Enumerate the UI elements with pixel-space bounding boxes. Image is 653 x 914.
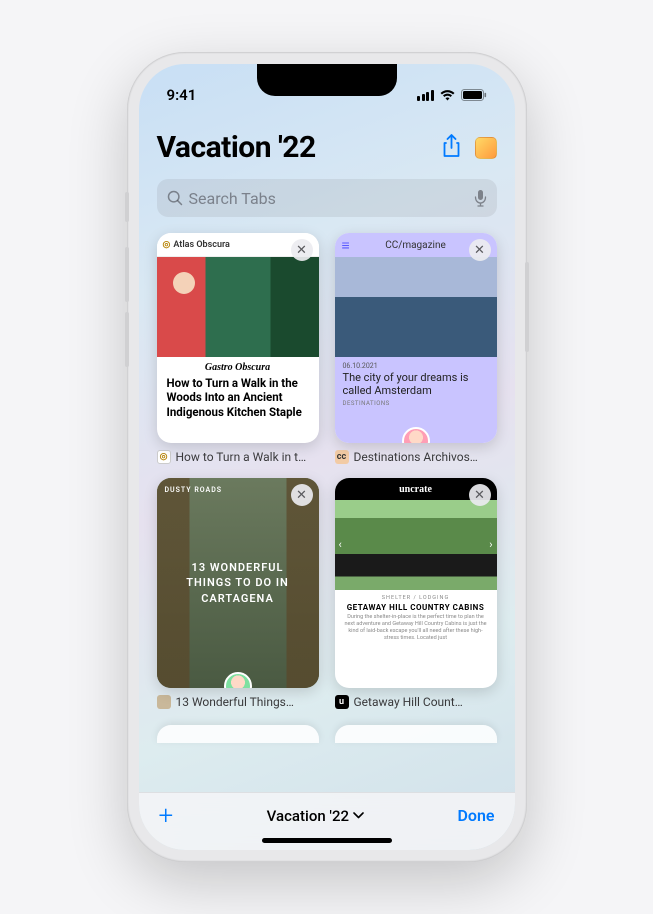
header: Vacation '22 xyxy=(157,130,497,165)
tab-caption-text: Getaway Hill Count… xyxy=(354,695,463,709)
header-actions xyxy=(442,134,497,162)
search-icon xyxy=(167,190,183,206)
favicon-icon: u xyxy=(335,695,349,709)
search-tabs-field[interactable]: Search Tabs xyxy=(157,179,497,217)
share-button[interactable] xyxy=(442,134,461,162)
tab-caption-text: Destinations Archivos… xyxy=(354,450,478,464)
volume-down-button xyxy=(125,312,129,367)
tab-item-uncrate: ✕ uncrate SHELTER / LODGING GETAWAY HILL… xyxy=(335,478,497,709)
iphone-device-frame: 9:41 Vacation '22 xyxy=(127,52,527,862)
home-indicator[interactable] xyxy=(262,838,392,843)
favicon-icon xyxy=(157,695,171,709)
tab-preview[interactable]: ✕ DUSTY ROADS 13 WONDERFUL THINGS TO DO … xyxy=(157,478,319,688)
wifi-icon xyxy=(439,89,456,101)
notch xyxy=(257,64,397,96)
tab-caption: u Getaway Hill Count… xyxy=(335,695,497,709)
status-indicators xyxy=(417,89,487,101)
tab-item-cc-magazine: ✕ ≡CC/magazine 06.10.2021 The city of yo… xyxy=(335,233,497,464)
tab-group-label: Vacation '22 xyxy=(267,807,349,825)
dictation-icon[interactable] xyxy=(474,189,487,207)
tab-caption: 13 Wonderful Things… xyxy=(157,695,319,709)
cellular-signal-icon xyxy=(417,90,434,101)
tab-preview[interactable]: ✕ ◎Atlas Obscura Gastro Obscura How to T… xyxy=(157,233,319,443)
side-button xyxy=(525,262,529,352)
tab-site-bar: DUSTY ROADS xyxy=(165,486,223,494)
tabs-peek-row xyxy=(157,725,497,743)
new-tab-button[interactable]: + xyxy=(159,801,174,831)
article-description: During the shelter-in-place is the perfe… xyxy=(343,614,489,643)
tab-item-atlas-obscura: ✕ ◎Atlas Obscura Gastro Obscura How to T… xyxy=(157,233,319,464)
tab-group-switcher[interactable]: Vacation '22 xyxy=(267,807,364,825)
tab-headline: GETAWAY HILL COUNTRY CABINS xyxy=(343,603,489,612)
tab-hero-image xyxy=(335,500,497,590)
done-button[interactable]: Done xyxy=(457,806,494,825)
close-tab-button[interactable]: ✕ xyxy=(291,239,313,261)
tab-hero-image xyxy=(335,257,497,357)
close-tab-button[interactable]: ✕ xyxy=(469,484,491,506)
tab-overview-content: Vacation '22 Search Tabs ✕ xyxy=(139,112,515,792)
tab-preview[interactable]: ✕ ≡CC/magazine 06.10.2021 The city of yo… xyxy=(335,233,497,443)
favicon-icon: cc xyxy=(335,450,349,464)
share-icon xyxy=(442,134,461,158)
status-time: 9:41 xyxy=(167,86,197,104)
volume-up-button xyxy=(125,247,129,302)
tab-hero-image xyxy=(157,257,319,357)
tab-caption-text: 13 Wonderful Things… xyxy=(176,695,294,709)
tab-peek[interactable] xyxy=(157,725,319,743)
tabs-grid: ✕ ◎Atlas Obscura Gastro Obscura How to T… xyxy=(157,233,497,709)
tab-headline: The city of your dreams is called Amster… xyxy=(343,371,489,397)
tab-peek[interactable] xyxy=(335,725,497,743)
tab-group-title: Vacation '22 xyxy=(157,130,316,165)
screen: 9:41 Vacation '22 xyxy=(139,64,515,850)
tab-item-dusty-roads: ✕ DUSTY ROADS 13 WONDERFUL THINGS TO DO … xyxy=(157,478,319,709)
shared-group-avatar[interactable] xyxy=(475,137,497,159)
close-tab-button[interactable]: ✕ xyxy=(291,484,313,506)
article-date: 06.10.2021 xyxy=(343,362,489,370)
tab-caption: cc Destinations Archivos… xyxy=(335,450,497,464)
hamburger-icon: ≡ xyxy=(342,237,350,254)
tab-caption: ◎ How to Turn a Walk in t… xyxy=(157,450,319,464)
tab-headline: 13 WONDERFUL THINGS TO DO IN CARTAGENA xyxy=(157,560,319,606)
tab-sub-brand: Gastro Obscura xyxy=(157,357,319,374)
tab-headline: How to Turn a Walk in the Woods Into an … xyxy=(157,374,319,421)
tab-preview[interactable]: ✕ uncrate SHELTER / LODGING GETAWAY HILL… xyxy=(335,478,497,688)
battery-icon xyxy=(461,89,487,101)
search-placeholder: Search Tabs xyxy=(189,189,468,208)
close-tab-button[interactable]: ✕ xyxy=(469,239,491,261)
chevron-down-icon xyxy=(353,812,364,819)
tab-caption-text: How to Turn a Walk in t… xyxy=(176,450,307,464)
article-tag: DESTINATIONS xyxy=(343,400,489,407)
mute-switch xyxy=(125,192,129,222)
article-category: SHELTER / LODGING xyxy=(343,595,489,601)
favicon-icon: ◎ xyxy=(157,450,171,464)
